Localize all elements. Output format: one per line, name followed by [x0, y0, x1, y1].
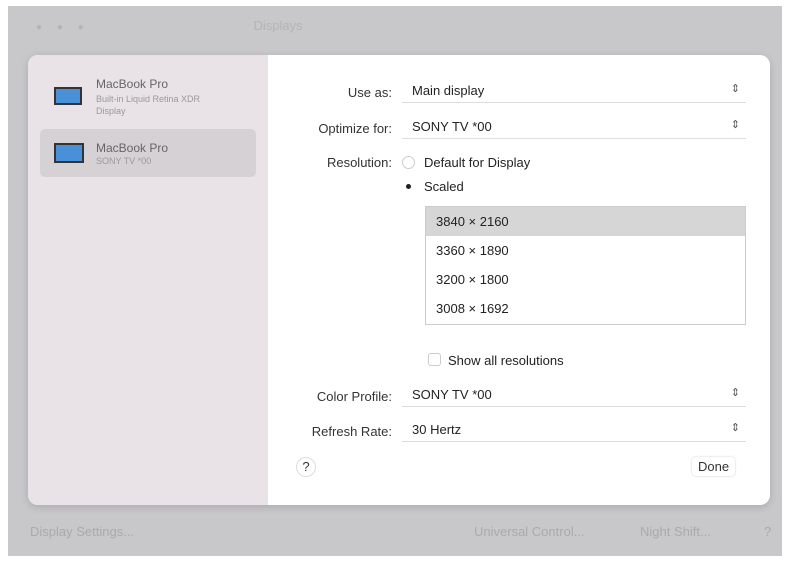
- refresh-rate-label: Refresh Rate:: [311, 424, 392, 439]
- optimize-for-value: SONY TV *00: [412, 119, 492, 134]
- device-name: MacBook Pro: [96, 77, 169, 91]
- radio-label: Scaled: [424, 179, 464, 194]
- device-name: MacBook Pro: [96, 141, 169, 155]
- display-settings-button[interactable]: Display Settings...: [30, 524, 134, 539]
- display-settings-panel: Use as: Main display ⇕ Optimize for: SONY…: [268, 55, 770, 505]
- device-subtitle: Built-in Liquid Retina XDR Display: [96, 94, 201, 116]
- radio-label: Default for Display: [424, 155, 531, 170]
- optimize-for-label: Optimize for:: [318, 121, 392, 136]
- list-item[interactable]: 3360 × 1890: [426, 236, 745, 265]
- chevron-updown-icon: ⇕: [730, 387, 740, 399]
- use-as-label: Use as:: [347, 85, 392, 100]
- footer-help-button[interactable]: ?: [764, 524, 771, 539]
- show-all-resolutions-checkbox[interactable]: [428, 353, 441, 366]
- device-subtitle: SONY TV *00: [96, 156, 152, 166]
- chevron-updown-icon: ⇕: [730, 83, 740, 95]
- list-item[interactable]: 3008 × 1692: [426, 294, 745, 323]
- help-button[interactable]: ?: [296, 457, 316, 477]
- color-profile-label: Color Profile:: [316, 389, 392, 404]
- device-item-builtin[interactable]: MacBook Pro Built-in Liquid Retina XDR D…: [40, 71, 256, 119]
- list-item[interactable]: 3200 × 1800: [426, 265, 745, 294]
- display-sidebar: MacBook Pro Built-in Liquid Retina XDR D…: [28, 55, 268, 505]
- chevron-updown-icon: ⇕: [730, 119, 740, 131]
- scaled-resolution-list[interactable]: 3840 × 2160 3360 × 1890 3200 × 1800 3008…: [425, 206, 746, 325]
- done-button[interactable]: Done: [692, 457, 735, 476]
- show-all-label: Show all resolutions: [448, 353, 564, 368]
- laptop-icon: [54, 87, 82, 105]
- night-shift-button[interactable]: Night Shift...: [640, 524, 711, 539]
- device-item-sony-tv[interactable]: MacBook Pro SONY TV *00: [40, 129, 256, 177]
- use-as-value: Main display: [412, 83, 485, 98]
- display-icon: [54, 143, 84, 163]
- chevron-updown-icon: ⇕: [730, 422, 740, 434]
- color-profile-value: SONY TV *00: [412, 387, 492, 402]
- window-title: Displays: [253, 18, 303, 33]
- refresh-rate-value: 30 Hertz: [412, 422, 462, 437]
- use-as-select[interactable]: Main display ⇕: [402, 79, 746, 103]
- list-item[interactable]: 3840 × 2160: [426, 207, 745, 236]
- resolution-label: Resolution:: [326, 155, 392, 170]
- color-profile-select[interactable]: SONY TV *00 ⇕: [402, 383, 746, 407]
- universal-control-button[interactable]: Universal Control...: [474, 524, 585, 539]
- refresh-rate-select[interactable]: 30 Hertz ⇕: [402, 418, 746, 442]
- radio-scaled[interactable]: [402, 180, 415, 193]
- radio-default-for-display[interactable]: [402, 156, 415, 169]
- display-sheet: MacBook Pro Built-in Liquid Retina XDR D…: [28, 55, 770, 505]
- optimize-for-select[interactable]: SONY TV *00 ⇕: [402, 115, 746, 139]
